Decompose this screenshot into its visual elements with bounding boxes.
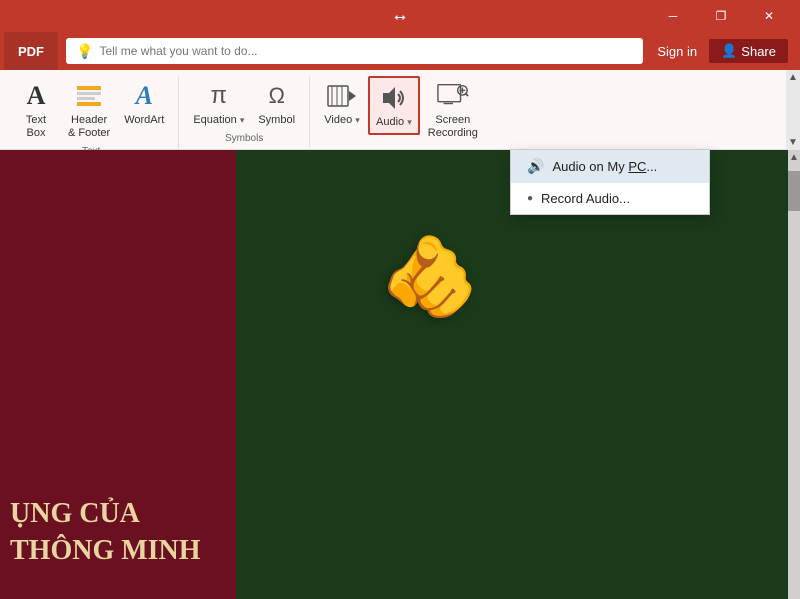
- title-bar: ⭤ ─ ❐ ✕: [0, 0, 800, 32]
- slide-panel: 🫵 ỤNG CỦA THÔNG MINH: [0, 150, 788, 599]
- screen-recording-button[interactable]: ScreenRecording: [422, 76, 484, 144]
- symbols-group-items: π Equation ▾ Ω Symbol: [187, 76, 301, 131]
- search-bar[interactable]: 💡: [66, 38, 643, 64]
- share-button[interactable]: 👤 Share: [709, 39, 788, 63]
- menu-bar: PDF 💡 Sign in 👤 Share: [0, 32, 800, 70]
- record-audio-icon: ●: [527, 193, 533, 204]
- header-footer-icon: [73, 80, 105, 112]
- ribbon-scrollbar[interactable]: ▲ ▼: [786, 70, 800, 150]
- search-input[interactable]: [99, 44, 633, 58]
- scrollbar-thumb[interactable]: [788, 171, 800, 211]
- ribbon-group-symbols: π Equation ▾ Ω Symbol Symbols: [179, 76, 310, 147]
- content-area: 🫵 ỤNG CỦA THÔNG MINH ▲: [0, 150, 800, 599]
- video-button[interactable]: Video ▾: [318, 76, 366, 131]
- main-scrollbar[interactable]: ▲: [788, 150, 800, 599]
- audio-on-pc-label: Audio on My PC...: [552, 159, 657, 174]
- audio-dropdown-menu: 🔊 Audio on My PC... ● Record Audio...: [510, 149, 710, 215]
- close-button[interactable]: ✕: [746, 0, 792, 32]
- equation-icon: π: [203, 80, 235, 112]
- ribbon: A Text Box Header& Footer: [0, 70, 800, 150]
- ribbon-group-text: A Text Box Header& Footer: [4, 76, 179, 160]
- record-audio-label: Record Audio...: [541, 191, 630, 206]
- person-icon: 👤: [721, 43, 737, 59]
- audio-on-pc-item[interactable]: 🔊 Audio on My PC...: [511, 150, 709, 183]
- audio-on-pc-icon: 🔊: [527, 158, 544, 175]
- hand-cursor: 🫵: [380, 230, 480, 324]
- wordart-icon: A: [128, 80, 160, 112]
- minimize-button[interactable]: ─: [650, 0, 696, 32]
- record-audio-item[interactable]: ● Record Audio...: [511, 183, 709, 214]
- video-icon: [326, 80, 358, 112]
- pdf-tab[interactable]: PDF: [4, 32, 58, 70]
- symbol-button[interactable]: Ω Symbol: [252, 76, 301, 131]
- symbol-icon: Ω: [261, 80, 293, 112]
- slide-bg-right: [236, 150, 788, 599]
- title-bar-controls: ─ ❐ ✕: [650, 0, 792, 32]
- close-icon: ✕: [764, 9, 774, 23]
- media-group-items: Video ▾ Audio ▾: [318, 76, 484, 144]
- header-footer-button[interactable]: Header& Footer: [62, 76, 116, 144]
- textbox-button[interactable]: A Text Box: [12, 76, 60, 144]
- slide-content: 🫵 ỤNG CỦA THÔNG MINH: [0, 150, 788, 599]
- equation-button[interactable]: π Equation ▾: [187, 76, 250, 131]
- maximize-icon: ⭤: [394, 8, 405, 24]
- minimize-icon: ─: [669, 9, 678, 23]
- ribbon-group-media: Video ▾ Audio ▾: [310, 76, 492, 144]
- screen-recording-icon: [437, 80, 469, 112]
- textbox-icon: A: [20, 80, 52, 112]
- menu-bar-right: Sign in 👤 Share: [651, 39, 796, 63]
- scroll-down-icon[interactable]: ▼: [788, 137, 798, 148]
- scroll-up-icon[interactable]: ▲: [788, 72, 798, 83]
- symbols-group-label: Symbols: [225, 133, 263, 147]
- slide-text: ỤNG CỦA THÔNG MINH: [10, 496, 201, 569]
- wordart-button[interactable]: A WordArt: [118, 76, 170, 131]
- text-group-items: A Text Box Header& Footer: [12, 76, 170, 144]
- audio-icon: [378, 82, 410, 114]
- signin-button[interactable]: Sign in: [651, 42, 703, 61]
- restore-button[interactable]: ❐: [698, 0, 744, 32]
- slide-text-line2: THÔNG MINH: [10, 533, 201, 569]
- audio-button[interactable]: Audio ▾: [368, 76, 420, 135]
- slide-text-line1: ỤNG CỦA: [10, 496, 201, 532]
- restore-icon: ❐: [716, 9, 727, 23]
- lightbulb-icon: 💡: [76, 43, 93, 60]
